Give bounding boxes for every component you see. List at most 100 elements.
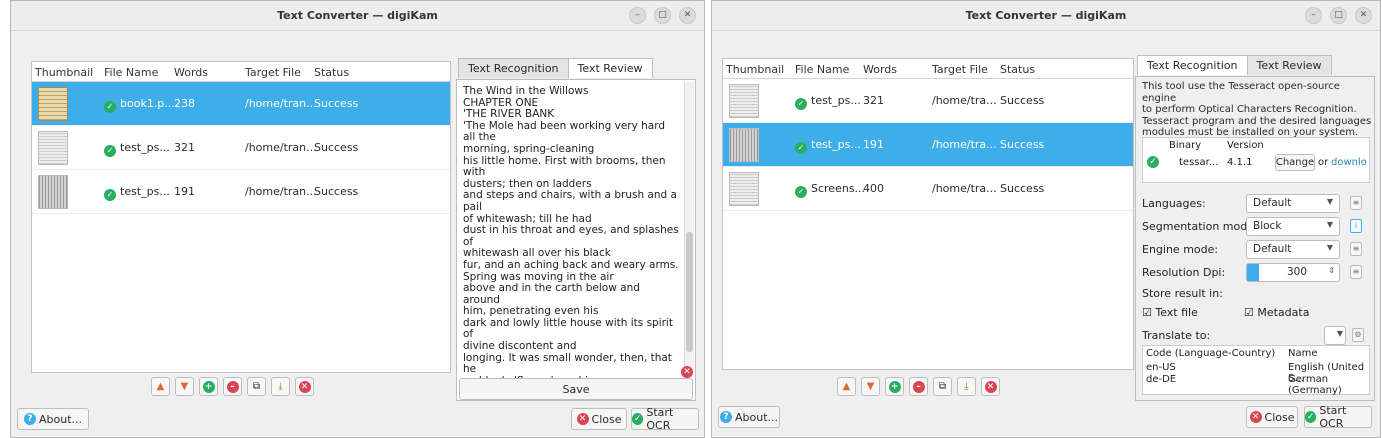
col-thumbnail[interactable]: Thumbnail — [35, 66, 93, 79]
table-row[interactable]: ✓ book1.p... 238 /home/tran... Success — [32, 82, 450, 126]
lang-name[interactable]: German (Germany) — [1288, 374, 1369, 396]
list-header: Thumbnail File Name Words Target File St… — [32, 62, 450, 82]
tab-text-recognition[interactable]: Text Recognition — [1137, 55, 1248, 75]
about-button[interactable]: ? About... — [17, 408, 89, 430]
text-file-checkbox[interactable]: ☑ Text file — [1142, 306, 1198, 319]
copy-button[interactable]: ⧉ — [247, 377, 266, 396]
start-ocr-button[interactable]: ✓ Start OCR — [631, 406, 699, 432]
remove-button[interactable]: – — [909, 377, 928, 396]
text-review-pane: The Wind in the Willows CHAPTER ONE 'THE R… — [456, 79, 696, 401]
tab-text-review[interactable]: Text Review — [567, 58, 653, 78]
info-icon[interactable]: i — [1350, 219, 1362, 233]
minimize-button[interactable]: – — [1305, 7, 1322, 24]
col-thumbnail[interactable]: Thumbnail — [726, 63, 784, 76]
col-file-name[interactable]: File Name — [104, 66, 158, 79]
text-recognition-pane: This tool use the Tesseract open-source … — [1135, 76, 1375, 401]
clear-button[interactable]: ✕ — [981, 377, 1000, 396]
add-button[interactable]: + — [199, 377, 218, 396]
clear-button[interactable]: ✕ — [295, 377, 314, 396]
languages-select[interactable]: Default ▼ — [1246, 194, 1340, 213]
dpi-label: Resolution Dpi: — [1142, 266, 1226, 279]
file-list[interactable]: Thumbnail File Name Words Target File St… — [31, 61, 451, 373]
thumbnail — [729, 128, 759, 162]
add-button[interactable]: + — [885, 377, 904, 396]
col-target-file[interactable]: Target File — [245, 66, 301, 79]
download-icon: ⤓ — [964, 381, 969, 392]
plus-icon: + — [888, 380, 901, 393]
scrollbar[interactable] — [684, 82, 694, 376]
help-icon: ? — [719, 411, 732, 423]
binary-ok-icon: ✓ — [1147, 156, 1159, 168]
reset-icon[interactable]: ≡ — [1350, 265, 1362, 279]
lang-code[interactable]: en-US — [1146, 362, 1176, 373]
help-icon: ? — [23, 413, 36, 425]
file-list[interactable]: Thumbnail File Name Words Target File St… — [722, 58, 1134, 370]
reset-icon[interactable]: ≡ — [1350, 242, 1362, 256]
table-row[interactable]: ✓ test_ps... 321 /home/tran... Success — [32, 126, 450, 170]
window-title: Text Converter — digiKam — [965, 9, 1127, 22]
metadata-checkbox[interactable]: ☑ Metadata — [1244, 306, 1309, 319]
dpi-slider[interactable]: 300 ⇕ — [1246, 263, 1340, 282]
save-button[interactable]: Save — [459, 378, 693, 400]
move-up-button[interactable]: ▲ — [837, 377, 856, 396]
chevron-down-icon: ▼ — [866, 381, 875, 392]
thumbnail — [38, 131, 68, 165]
list-header: Thumbnail File Name Words Target File St… — [723, 59, 1133, 79]
engine-select[interactable]: Default ▼ — [1246, 240, 1340, 259]
segmentation-select[interactable]: Block ▼ — [1246, 217, 1340, 236]
status: Success — [1000, 138, 1045, 151]
close-label: Close — [1264, 410, 1295, 424]
gear-icon[interactable]: ⚙ — [1352, 328, 1364, 342]
start-icon: ✓ — [632, 413, 644, 425]
col-target-file[interactable]: Target File — [932, 63, 988, 76]
thumbnail — [38, 87, 68, 121]
plus-icon: + — [202, 380, 215, 393]
translate-select[interactable]: ▼ — [1324, 326, 1346, 345]
remove-button[interactable]: – — [223, 377, 242, 396]
col-status[interactable]: Status — [314, 66, 349, 79]
chevron-down-icon: ▼ — [1326, 243, 1333, 252]
table-row[interactable]: ✓ test_ps... 191 /home/tra... Success — [723, 123, 1133, 167]
move-up-button[interactable]: ▲ — [151, 377, 170, 396]
col-file-name[interactable]: File Name — [795, 63, 849, 76]
chevron-up-icon: ▲ — [156, 381, 165, 392]
close-button[interactable]: ✕ Close — [571, 408, 627, 430]
words: 321 — [174, 141, 195, 154]
tab-text-review[interactable]: Text Review — [1246, 55, 1332, 75]
download-button[interactable]: ⤓ — [271, 377, 290, 396]
copy-button[interactable]: ⧉ — [933, 377, 952, 396]
review-line: The Wind in the Willows — [463, 86, 589, 97]
close-button[interactable]: ✕ Close — [1246, 406, 1298, 428]
start-ocr-button[interactable]: ✓ Start OCR — [1304, 404, 1372, 430]
move-down-button[interactable]: ▼ — [861, 377, 880, 396]
status: Success — [1000, 182, 1045, 195]
move-down-button[interactable]: ▼ — [175, 377, 194, 396]
thumbnail — [729, 172, 759, 206]
list-toolbar: ▲ ▼ + – ⧉ ⤓ ✕ — [151, 377, 314, 396]
reset-icon[interactable]: ≡ — [1350, 196, 1362, 210]
table-row[interactable]: ✓ Screens... 400 /home/tra... Success — [723, 167, 1133, 211]
about-label: About... — [734, 410, 778, 424]
minimize-button[interactable]: – — [629, 7, 646, 24]
success-icon: ✓ — [795, 98, 807, 110]
table-row[interactable]: ✓ test_ps... 191 /home/tran... Success — [32, 170, 450, 214]
col-status[interactable]: Status — [1000, 63, 1035, 76]
target-file: /home/tra... — [932, 138, 997, 151]
maximize-button[interactable]: □ — [654, 7, 671, 24]
download-button[interactable]: ⤓ — [957, 377, 976, 396]
change-button[interactable]: Change — [1275, 154, 1315, 171]
close-window-button[interactable]: ✕ — [1355, 7, 1372, 24]
tab-text-recognition[interactable]: Text Recognition — [458, 58, 569, 78]
about-button[interactable]: ? About... — [718, 406, 780, 428]
lang-code[interactable]: de-DE — [1146, 374, 1176, 385]
maximize-button[interactable]: □ — [1330, 7, 1347, 24]
table-row[interactable]: ✓ test_ps... 321 /home/tra... Success — [723, 79, 1133, 123]
col-words[interactable]: Words — [174, 66, 208, 79]
review-text[interactable]: The Wind in the Willows CHAPTER ONE 'THE R… — [463, 86, 679, 384]
words: 191 — [863, 138, 884, 151]
download-link[interactable]: downlo — [1331, 157, 1367, 168]
close-window-button[interactable]: ✕ — [679, 7, 696, 24]
spin-arrows-icon[interactable]: ⇕ — [1328, 266, 1335, 275]
col-words[interactable]: Words — [863, 63, 897, 76]
binary-name: tessar... — [1179, 157, 1219, 168]
